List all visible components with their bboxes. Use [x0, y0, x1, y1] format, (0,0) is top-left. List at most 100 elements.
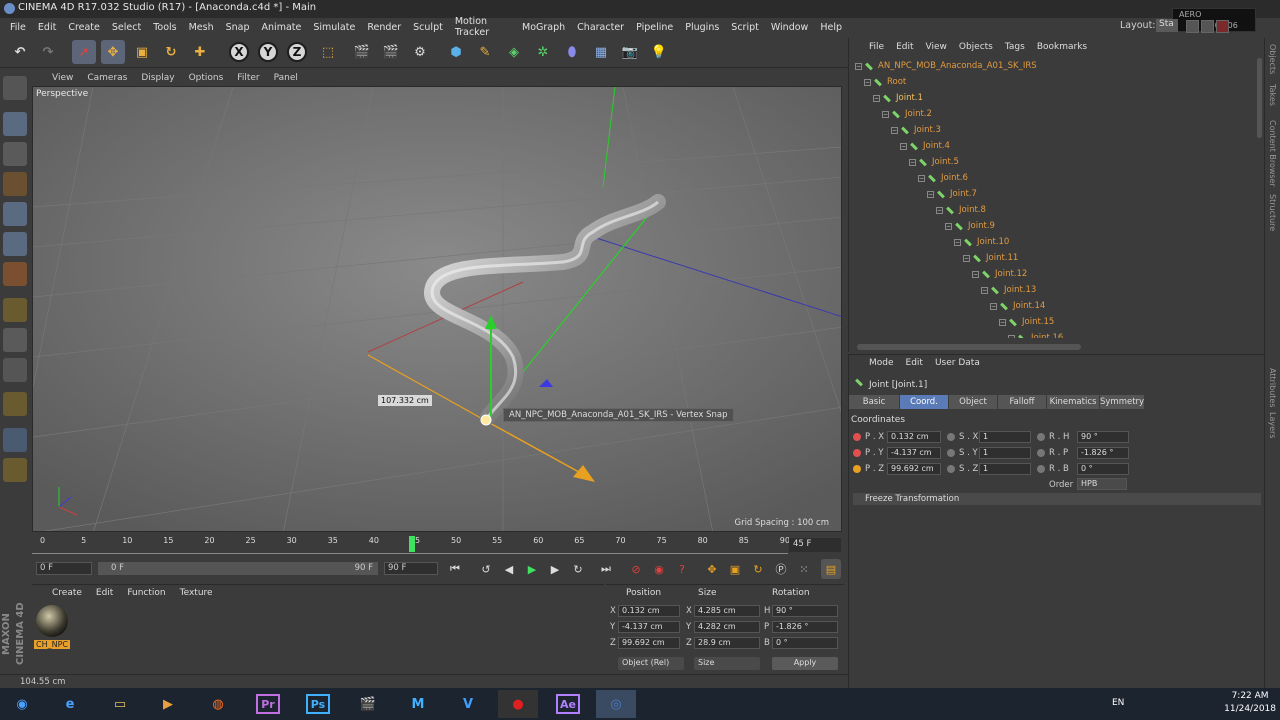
timeline-window-icon[interactable]: ▤ [821, 559, 841, 579]
undo-icon[interactable]: ↶ [8, 40, 32, 64]
tab-symmetry[interactable]: Symmetry [1100, 395, 1144, 409]
s-z-field[interactable]: 1 [979, 463, 1031, 475]
preview-range-slider[interactable]: 0 F 90 F [98, 562, 378, 575]
right-tab-objects[interactable]: Objects [1268, 44, 1277, 74]
menu-simulate[interactable]: Simulate [307, 22, 361, 33]
expand-icon[interactable]: − [909, 158, 916, 166]
next-key-icon[interactable]: ↻ [568, 559, 588, 579]
after-effects-icon[interactable]: Ae [556, 694, 580, 714]
animate-r-icon[interactable] [1037, 465, 1045, 473]
animate-pz-icon[interactable] [853, 465, 861, 473]
animate-r-icon[interactable] [1037, 433, 1045, 441]
p-z-field[interactable]: 99.692 cm [887, 463, 941, 475]
vertex-snap-point[interactable] [480, 414, 492, 426]
object-menu-view[interactable]: View [926, 42, 947, 52]
key-rotation-icon[interactable]: ↻ [748, 559, 768, 579]
viewport-menu-cameras[interactable]: Cameras [87, 73, 127, 83]
material-menu-texture[interactable]: Texture [180, 588, 213, 598]
menu-tools[interactable]: Tools [147, 22, 182, 33]
menu-plugins[interactable]: Plugins [679, 22, 725, 33]
system-clock[interactable]: 7:22 AM 11/24/2018 [1224, 690, 1276, 716]
attribute-menu-user-data[interactable]: User Data [935, 358, 980, 368]
x-axis-lock-button[interactable]: X [229, 42, 249, 62]
premiere-icon[interactable]: Pr [256, 694, 280, 714]
expand-icon[interactable]: − [882, 110, 889, 118]
texture-mode-icon[interactable] [3, 142, 27, 166]
viewport-menu-view[interactable]: View [52, 73, 73, 83]
freeze-transformation-section[interactable]: Freeze Transformation [853, 493, 1261, 505]
z-axis-lock-button[interactable]: Z [287, 42, 307, 62]
subdivision-surface-icon[interactable]: ◈ [502, 40, 526, 64]
menu-render[interactable]: Render [361, 22, 407, 33]
object-row-joint[interactable]: − Joint.4 [900, 138, 950, 154]
media-player-icon[interactable]: ▶ [148, 690, 188, 718]
object-row-joint[interactable]: − Joint.7 [927, 186, 977, 202]
object-row-joint[interactable]: − Joint.9 [945, 218, 995, 234]
coordinate-system-icon[interactable]: ⬚ [316, 40, 340, 64]
object-vertical-scrollbar[interactable] [1257, 58, 1262, 138]
go-to-end-icon[interactable]: ⏭ [596, 559, 616, 579]
photoshop-icon[interactable]: Ps [306, 694, 330, 714]
vegas-icon[interactable]: V [448, 690, 488, 718]
rotation-h-field[interactable]: 90 ° [772, 605, 838, 617]
recent-tools-icon[interactable]: ✚ [188, 40, 212, 64]
object-row-joint[interactable]: − Root [864, 74, 906, 90]
menu-snap[interactable]: Snap [220, 22, 256, 33]
menu-file[interactable]: File [4, 22, 32, 33]
y-axis-lock-button[interactable]: Y [258, 42, 278, 62]
s-y-field[interactable]: 1 [979, 447, 1031, 459]
render-picture-viewer-icon[interactable]: 🎬 [379, 40, 403, 64]
object-row-joint[interactable]: − Joint.6 [918, 170, 968, 186]
s-x-field[interactable]: 1 [979, 431, 1031, 443]
animate-s-icon[interactable] [947, 465, 955, 473]
object-menu-edit[interactable]: Edit [896, 42, 913, 52]
menu-select[interactable]: Select [106, 22, 147, 33]
axis-mode-icon[interactable] [3, 298, 27, 322]
attribute-menu-edit[interactable]: Edit [906, 358, 923, 368]
render-view-icon[interactable]: 🎬 [350, 40, 374, 64]
expand-icon[interactable]: − [927, 190, 934, 198]
object-menu-objects[interactable]: Objects [959, 42, 993, 52]
viewport-menu-display[interactable]: Display [141, 73, 174, 83]
snap-icon[interactable] [3, 392, 27, 416]
start-frame-field[interactable]: 0 F [36, 562, 92, 575]
expand-icon[interactable]: − [981, 286, 988, 294]
p-x-field[interactable]: 0.132 cm [887, 431, 941, 443]
expand-icon[interactable]: − [900, 142, 907, 150]
object-horizontal-scrollbar[interactable] [857, 344, 1081, 350]
recorder-icon[interactable]: ● [498, 690, 538, 718]
viewport-perspective[interactable]: Perspective 107.332 cm AN_NPC_MOB_Anacon… [32, 86, 842, 532]
size-x-field[interactable]: 4.285 cm [694, 605, 760, 617]
animate-s-icon[interactable] [947, 449, 955, 457]
expand-icon[interactable]: − [864, 78, 871, 86]
object-row-joint[interactable]: − Joint.16 [1008, 330, 1063, 338]
object-row-null[interactable]: − AN_NPC_MOB_Anaconda_A01_SK_IRS [855, 58, 1037, 74]
model-mode-icon[interactable] [3, 112, 27, 136]
material-menu-create[interactable]: Create [52, 588, 82, 598]
locked-workplane-icon[interactable] [3, 458, 27, 482]
key-scale-icon[interactable]: ▣ [725, 559, 745, 579]
object-row-joint[interactable]: − Joint.5 [909, 154, 959, 170]
menu-animate[interactable]: Animate [256, 22, 308, 33]
video-editor-icon[interactable]: 🎬 [348, 690, 388, 718]
timeline-ruler[interactable]: 051015202530354045505560657075808590 [32, 534, 844, 558]
expand-icon[interactable]: − [936, 206, 943, 214]
minimize-icon[interactable] [1186, 20, 1199, 33]
redo-icon[interactable]: ↷ [36, 40, 60, 64]
close-icon[interactable] [1216, 20, 1229, 33]
make-editable-icon[interactable] [3, 76, 27, 100]
start-button-icon[interactable]: ◉ [2, 690, 42, 718]
object-row-joint[interactable]: − Joint.3 [891, 122, 941, 138]
right-tab-attributes[interactable]: Attributes [1268, 368, 1277, 408]
object-row-joint[interactable]: − Joint.12 [972, 266, 1027, 282]
solo-mode-icon[interactable] [3, 358, 27, 382]
expand-icon[interactable]: − [1008, 334, 1015, 338]
points-mode-icon[interactable] [3, 202, 27, 226]
media-encoder-icon[interactable]: M [398, 690, 438, 718]
object-row-joint[interactable]: − Joint.2 [882, 106, 932, 122]
playhead[interactable] [409, 536, 415, 552]
tweak-mode-icon[interactable] [3, 328, 27, 352]
floor-icon[interactable]: ▦ [589, 40, 613, 64]
expand-icon[interactable]: − [945, 222, 952, 230]
record-icon[interactable]: ⊘ [626, 559, 646, 579]
